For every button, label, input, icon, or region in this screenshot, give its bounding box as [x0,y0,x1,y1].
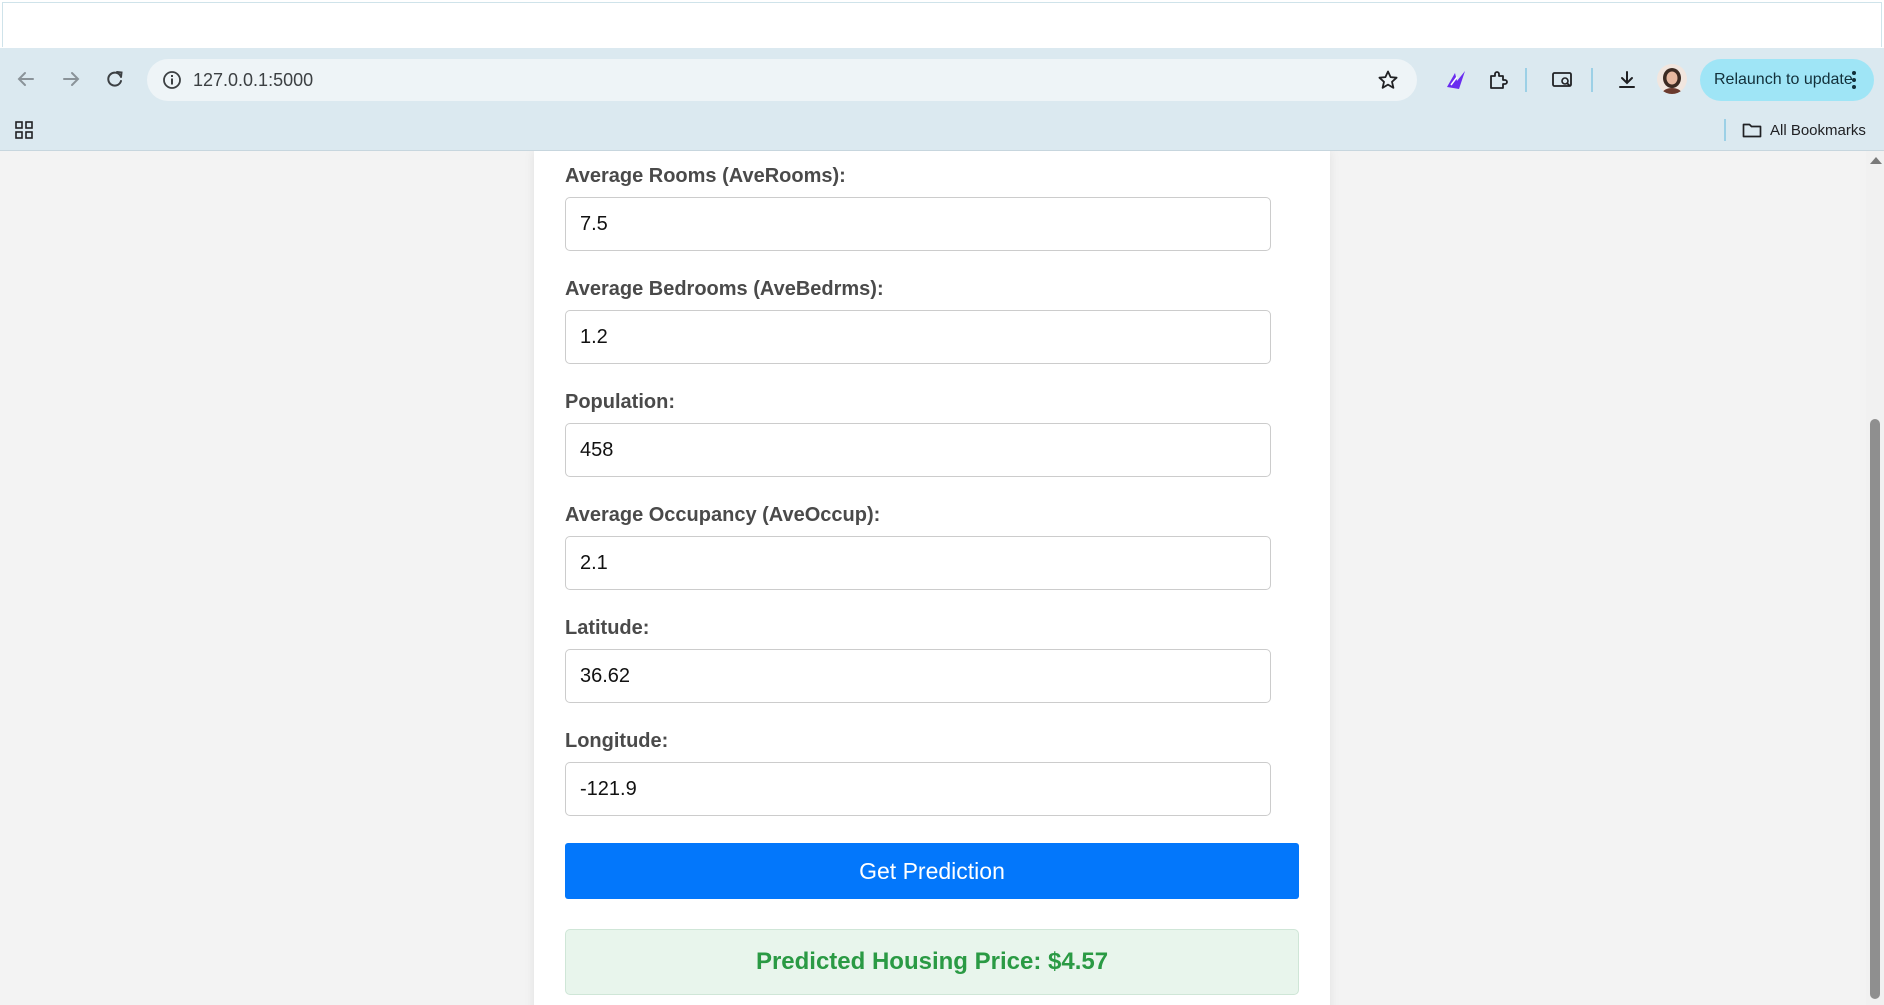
all-bookmarks-label: All Bookmarks [1770,121,1866,139]
latitude-label: Latitude: [565,617,650,639]
site-info-icon[interactable] [159,67,185,93]
profile-avatar[interactable] [1657,64,1687,94]
avebedrms-input[interactable] [565,310,1271,364]
download-icon[interactable] [1611,64,1643,96]
reload-button[interactable] [98,62,132,96]
aveoccup-input[interactable] [565,536,1271,590]
toolbar-divider [1591,68,1593,92]
averooms-input[interactable] [565,197,1271,251]
scrollbar-thumb[interactable] [1870,419,1880,999]
back-icon [17,72,34,86]
avebedrms-label: Average Bedrooms (AveBedrms): [565,278,884,300]
relaunch-button[interactable]: Relaunch to update [1700,59,1874,101]
prediction-result-text: Predicted Housing Price: $4.57 [755,948,1109,975]
apps-grid-icon[interactable] [12,118,36,142]
bookmark-star-icon[interactable] [1375,67,1401,93]
url-text[interactable]: 127.0.0.1:5000 [193,70,313,91]
puzzle-icon[interactable] [1482,64,1514,96]
address-bar[interactable]: 127.0.0.1:5000 [147,59,1417,101]
all-bookmarks-button[interactable]: All Bookmarks [1742,117,1866,143]
forward-icon [63,72,80,86]
latitude-input[interactable] [565,649,1271,703]
bookmarks-bar: All Bookmarks [0,110,1884,151]
bookmarks-divider [1724,119,1726,141]
forward-button[interactable] [54,62,88,96]
reload-icon [107,71,123,87]
page-viewport: Average Rooms (AveRooms): Average Bedroo… [0,151,1866,1005]
longitude-input[interactable] [565,762,1271,816]
prediction-form-card: Average Rooms (AveRooms): Average Bedroo… [534,151,1330,1005]
extension-icon[interactable] [1440,64,1472,96]
more-vert-icon[interactable] [1844,68,1864,92]
averooms-label: Average Rooms (AveRooms): [565,165,846,187]
folder-icon [1742,123,1762,138]
tab-strip [0,0,1884,49]
toolbar-divider [1525,68,1527,92]
longitude-label: Longitude: [565,730,669,752]
tab-strip-inner [2,2,1882,47]
scroll-up-arrow-icon[interactable] [1870,157,1882,164]
population-input[interactable] [565,423,1271,477]
aveoccup-label: Average Occupancy (AveOccup): [565,504,881,526]
relaunch-label: Relaunch to update [1714,71,1853,88]
get-prediction-button[interactable]: Get Prediction [565,843,1299,899]
prediction-result: Predicted Housing Price: $4.57 [565,929,1299,995]
population-label: Population: [565,391,675,413]
screen-search-icon[interactable] [1546,64,1578,96]
back-button[interactable] [9,62,43,96]
page-scrollbar[interactable] [1866,151,1884,1005]
